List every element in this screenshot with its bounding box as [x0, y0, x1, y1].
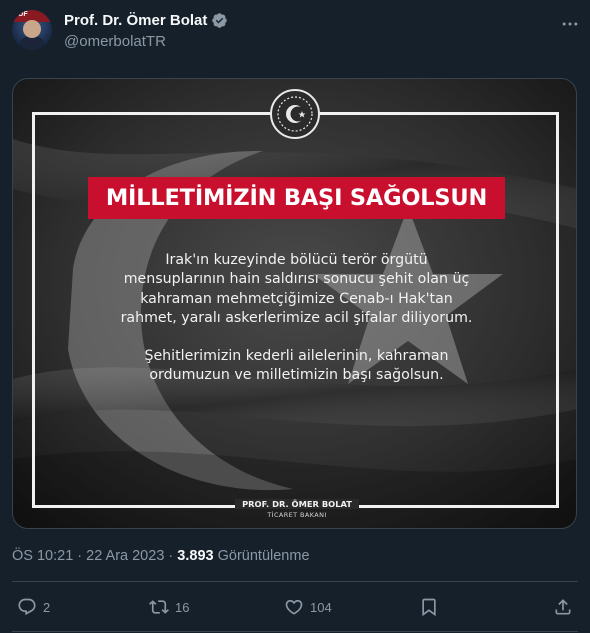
bookmark-button[interactable] — [419, 596, 439, 618]
signature-name: PROF. DR. ÖMER BOLAT — [235, 499, 359, 509]
actions-divider — [12, 631, 578, 632]
post-image[interactable]: MİLLETİMİZİN BAŞI SAĞOLSUN Irak'ın kuzey… — [12, 78, 577, 529]
share-button[interactable] — [553, 596, 573, 618]
meta-divider — [12, 581, 578, 582]
signature-title: TİCARET BAKANI — [267, 511, 327, 519]
repost-icon — [149, 600, 169, 614]
like-icon — [285, 599, 303, 615]
views-label: Görüntülenme — [217, 548, 310, 564]
share-icon — [555, 599, 571, 615]
post-timestamp[interactable]: ÖS 10:21 · 22 Ara 2023 — [12, 548, 164, 564]
post-header: TUF Prof. Dr. Ömer Bolat @omerbolatTR — [0, 0, 590, 70]
post-meta: ÖS 10:21 · 22 Ara 2023 · 3.893 Görüntüle… — [12, 548, 310, 564]
image-message-paragraph-2: Şehitlerimizin kederli ailelerinin, kahr… — [144, 348, 449, 384]
post-time: ÖS 10:21 — [12, 548, 74, 564]
like-button[interactable]: 104 — [284, 596, 332, 618]
bookmark-icon — [422, 598, 436, 617]
avatar[interactable]: TUF — [12, 10, 52, 50]
avatar-face — [23, 20, 41, 38]
author-display-name[interactable]: Prof. Dr. Ömer Bolat — [64, 12, 207, 29]
headline-band: MİLLETİMİZİN BAŞI SAĞOLSUN — [88, 177, 505, 219]
repost-button[interactable]: 16 — [149, 596, 189, 618]
meta-separator-1: · — [77, 548, 83, 564]
author-handle[interactable]: @omerbolatTR — [64, 33, 166, 50]
repost-count: 16 — [175, 599, 190, 615]
image-message: Irak'ın kuzeyinde bölücü terör örgütü me… — [113, 251, 480, 386]
more-icon — [562, 22, 578, 26]
meta-separator-2: · — [168, 548, 174, 564]
author-display-name-row[interactable]: Prof. Dr. Ömer Bolat — [64, 12, 228, 29]
more-button[interactable] — [556, 10, 584, 38]
reply-icon — [18, 598, 36, 616]
avatar-text: TUF — [14, 11, 28, 18]
views-count: 3.893 — [177, 548, 214, 564]
like-count: 104 — [310, 599, 332, 615]
post-date: 22 Ara 2023 — [86, 548, 165, 564]
image-message-paragraph-1: Irak'ın kuzeyinde bölücü terör örgütü me… — [120, 252, 473, 326]
reply-button[interactable]: 2 — [17, 596, 50, 618]
ministry-emblem-icon — [270, 89, 320, 139]
avatar-suit — [18, 36, 46, 50]
reply-count: 2 — [43, 599, 51, 615]
image-headline: MİLLETİMİZİN BAŞI SAĞOLSUN — [105, 185, 488, 211]
verified-badge-icon — [212, 13, 228, 28]
